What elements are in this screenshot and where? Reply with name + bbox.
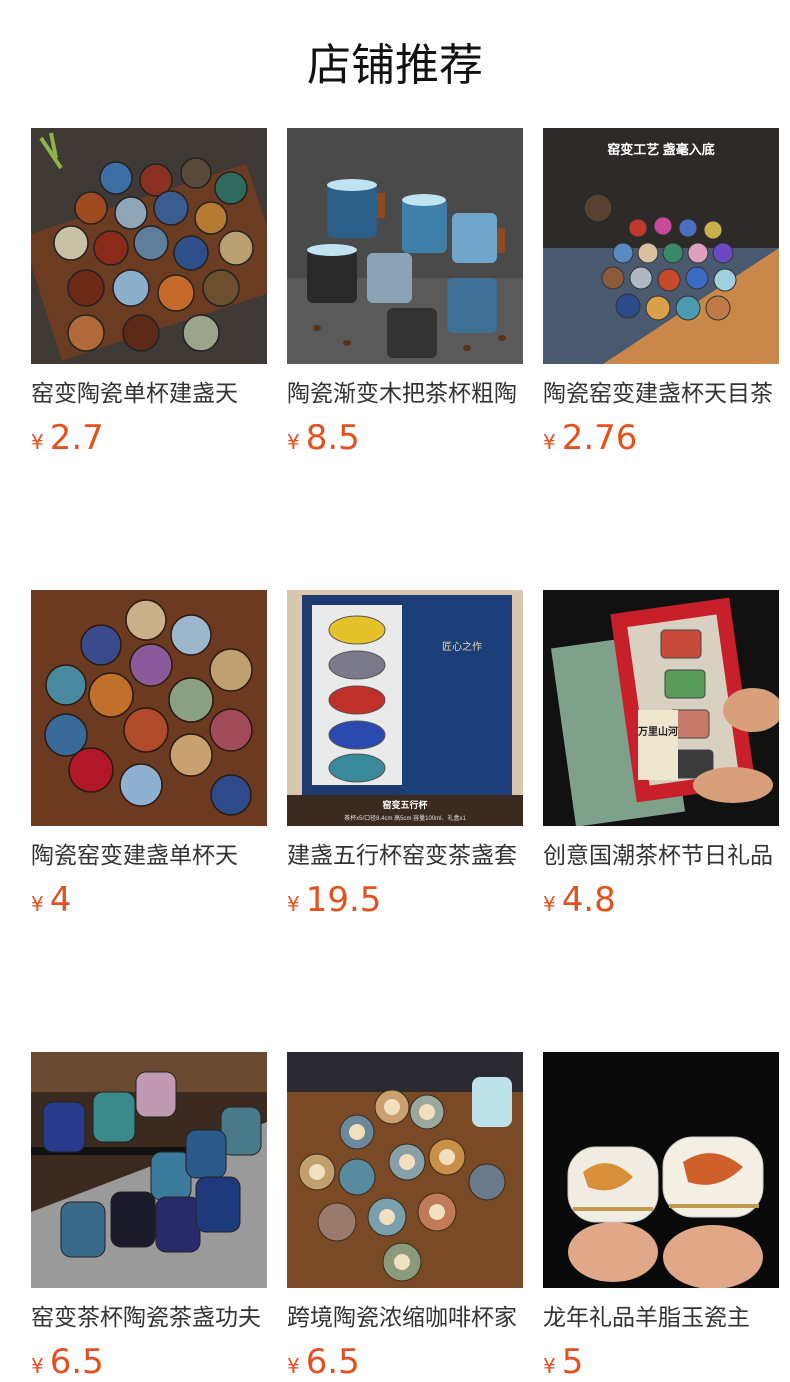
product-card[interactable]: 陶瓷渐变木把茶杯粗陶 ¥ 8.5 [287, 128, 523, 458]
product-price: ¥ 6.5 [287, 1342, 523, 1382]
product-name[interactable]: 建盏五行杯窑变茶盏套 [287, 840, 523, 872]
product-name[interactable]: 龙年礼品羊脂玉瓷主 [543, 1302, 779, 1334]
product-price: ¥ 19.5 [287, 880, 523, 920]
currency-symbol: ¥ [287, 430, 300, 454]
product-name[interactable]: 陶瓷窑变建盏杯天目茶 [543, 378, 779, 410]
price-value: 6.5 [305, 1342, 360, 1382]
product-name[interactable]: 陶瓷窑变建盏单杯天 [31, 840, 267, 872]
box-label: 窑变五行杯 [382, 799, 428, 810]
product-price: ¥ 6.5 [31, 1342, 267, 1382]
product-image[interactable] [287, 128, 523, 364]
currency-symbol: ¥ [543, 892, 556, 916]
product-name[interactable]: 陶瓷渐变木把茶杯粗陶 [287, 378, 523, 410]
product-image[interactable] [31, 1052, 267, 1288]
price-value: 5 [561, 1342, 584, 1382]
product-price: ¥ 4 [31, 880, 267, 920]
product-name[interactable]: 跨境陶瓷浓缩咖啡杯家 [287, 1302, 523, 1334]
page-title: 店铺推荐 [307, 40, 483, 91]
product-card[interactable]: 陶瓷窑变建盏单杯天 ¥ 4 [31, 590, 267, 920]
price-value: 2.7 [49, 418, 104, 458]
currency-symbol: ¥ [543, 1354, 556, 1378]
product-name[interactable]: 窑变茶杯陶瓷茶盏功夫 [31, 1302, 267, 1334]
box-lid-text: 匠心之作 [442, 640, 482, 653]
currency-symbol: ¥ [287, 892, 300, 916]
product-price: ¥ 8.5 [287, 418, 523, 458]
product-name[interactable]: 窑变陶瓷单杯建盏天 [31, 378, 267, 410]
product-image[interactable] [31, 128, 267, 364]
product-name[interactable]: 创意国潮茶杯节日礼品 [543, 840, 779, 872]
product-card[interactable]: 窑变工艺 盏毫入底 陶瓷窑变建盏杯天目茶 ¥ 2.76 [543, 128, 779, 458]
currency-symbol: ¥ [543, 430, 556, 454]
currency-symbol: ¥ [31, 430, 44, 454]
box-label: 万里山河 [637, 725, 678, 738]
product-card[interactable]: 窑变茶杯陶瓷茶盏功夫 ¥ 6.5 [31, 1052, 267, 1382]
currency-symbol: ¥ [31, 892, 44, 916]
price-value: 2.76 [561, 418, 638, 458]
product-price: ¥ 2.76 [543, 418, 779, 458]
product-price: ¥ 2.7 [31, 418, 267, 458]
currency-symbol: ¥ [31, 1354, 44, 1378]
product-image[interactable]: 窑变工艺 盏毫入底 [543, 128, 779, 364]
currency-symbol: ¥ [287, 1354, 300, 1378]
price-value: 6.5 [49, 1342, 104, 1382]
product-price: ¥ 4.8 [543, 880, 779, 920]
product-card[interactable]: 跨境陶瓷浓缩咖啡杯家 ¥ 6.5 [287, 1052, 523, 1382]
product-card[interactable]: 万里山河 创意国潮茶杯节日礼品 ¥ 4.8 [543, 590, 779, 920]
price-value: 8.5 [305, 418, 360, 458]
product-grid: 窑变陶瓷单杯建盏天 ¥ 2.7 陶瓷渐变木把茶杯粗陶 ¥ 8.5 窑变工艺 盏毫… [31, 128, 779, 1382]
product-card[interactable]: 窑变陶瓷单杯建盏天 ¥ 2.7 [31, 128, 267, 458]
price-value: 4 [49, 880, 72, 920]
box-spec: 茶杯x5/口径8.4cm 高5cm 容量100ml、礼盒x1 [344, 814, 466, 822]
product-price: ¥ 5 [543, 1342, 779, 1382]
product-image[interactable]: 匠心之作 窑变五行杯 茶杯x5/口径8.4cm 高5cm 容量100ml、礼盒x… [287, 590, 523, 826]
product-card[interactable]: 匠心之作 窑变五行杯 茶杯x5/口径8.4cm 高5cm 容量100ml、礼盒x… [287, 590, 523, 920]
price-value: 4.8 [561, 880, 616, 920]
product-image[interactable] [287, 1052, 523, 1288]
product-card[interactable]: 龙年礼品羊脂玉瓷主 ¥ 5 [543, 1052, 779, 1382]
banner-title: 窑变工艺 盏毫入底 [607, 142, 715, 157]
product-image[interactable]: 万里山河 [543, 590, 779, 826]
product-image[interactable] [543, 1052, 779, 1288]
price-value: 19.5 [305, 880, 382, 920]
product-image[interactable] [31, 590, 267, 826]
